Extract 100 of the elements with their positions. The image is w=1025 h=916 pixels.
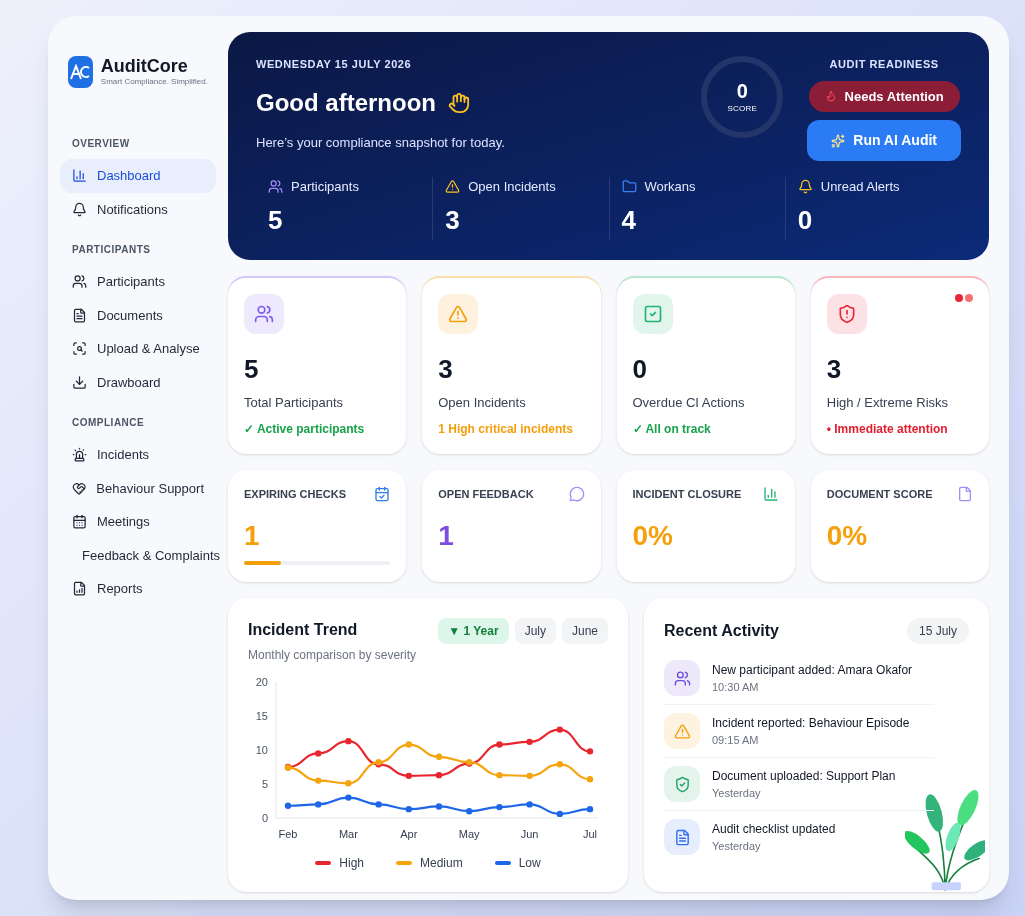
stat-value: 5 (268, 203, 284, 237)
warning-icon (445, 179, 461, 195)
nav-item[interactable]: Drawboard (60, 365, 216, 399)
status-badge: Needs Attention (808, 80, 960, 112)
readiness-label: AUDIT READINESS (829, 57, 939, 72)
folder-icon (621, 179, 637, 195)
card-value: 3 (826, 352, 843, 386)
metric-value: 0% (826, 518, 869, 553)
calendar-icon (374, 486, 391, 503)
bar-chart-icon (762, 486, 779, 503)
point (405, 741, 412, 748)
subtitle: Here’s your compliance snapshot for today. (256, 133, 505, 152)
card-status: 1 High critical incidents (438, 421, 574, 438)
calendar-icon (72, 514, 87, 530)
activity-time: 09:15 AM (712, 732, 760, 748)
siren-icon (72, 447, 87, 463)
logo-icon (68, 56, 93, 88)
nav-item[interactable]: Behaviour Support (60, 471, 216, 505)
warning-icon (438, 293, 479, 334)
point (435, 771, 443, 779)
brand-name: AuditCore (100, 56, 189, 76)
point (345, 780, 352, 787)
nav-item[interactable]: Participants (60, 265, 216, 299)
activity-text: Audit checklist updated (712, 820, 836, 838)
nav-item[interactable]: Dashboard (60, 159, 216, 193)
point (496, 741, 503, 748)
activity-time: Yesterday (712, 785, 762, 801)
run-audit-button[interactable]: Run AI Audit (807, 120, 961, 161)
document-icon (957, 486, 973, 503)
activity-text: New participant added: Amara Okafor (712, 661, 913, 679)
x-tick-label: Apr (400, 828, 418, 840)
card-title: Incident Trend (248, 620, 359, 640)
brand-tagline: Smart Compliance. Simplified. (100, 76, 208, 88)
x-tick-label: Feb (278, 828, 298, 840)
point (586, 748, 594, 755)
nav-item[interactable]: Meetings (60, 505, 216, 539)
card-value: 3 (438, 352, 454, 386)
activity-text: Incident reported: Behaviour Episode (712, 714, 910, 732)
nav-item[interactable]: Incidents (60, 438, 216, 472)
point (345, 737, 352, 745)
nav-item[interactable]: Reports (60, 572, 216, 606)
y-tick-label: 10 (255, 744, 268, 756)
flame-icon (824, 90, 837, 103)
stat-label: Workans (644, 178, 696, 196)
point (586, 776, 594, 783)
point (284, 802, 292, 809)
score-label: SCORE (727, 103, 757, 115)
card-label: High / Extreme Risks (826, 393, 950, 412)
card-label: Overdue CI Actions (632, 393, 746, 412)
nav-item[interactable]: Upload & Analyse (60, 332, 216, 366)
point (526, 738, 533, 746)
download-icon (72, 374, 87, 390)
stat-value: 0 (797, 203, 814, 237)
bell-icon (72, 201, 87, 217)
filter-chip[interactable]: July (514, 618, 556, 644)
chat-icon (568, 486, 585, 503)
point (315, 777, 322, 784)
activity-text: Document uploaded: Support Plan (712, 767, 896, 785)
filter-chip[interactable]: ▼ 1 Year (438, 618, 509, 644)
point (315, 801, 322, 808)
filter-chip[interactable]: June (561, 618, 608, 644)
report-icon (72, 581, 87, 597)
metric-title: INCIDENT CLOSURE (632, 487, 742, 502)
section-heading: OVERVIEW (71, 137, 131, 151)
legend-label: High (339, 855, 364, 872)
point (435, 803, 443, 810)
people-icon (72, 274, 87, 290)
date-chip: 15 July (906, 618, 969, 644)
point (496, 771, 503, 779)
legend-label: Low (518, 855, 541, 872)
date-label: WEDNESDAY 15 JULY 2026 (256, 57, 413, 72)
nav-item[interactable]: Documents (60, 298, 216, 332)
card-status: ✓ All on track (632, 421, 712, 438)
metric-title: EXPIRING CHECKS (244, 487, 347, 502)
stat-value: 3 (445, 203, 461, 237)
activity-time: 10:30 AM (712, 679, 760, 695)
scan-icon (72, 341, 87, 357)
stat-value: 4 (621, 203, 637, 237)
point (556, 726, 563, 733)
bell-icon (797, 179, 813, 195)
point (345, 794, 352, 801)
y-tick-label: 5 (261, 778, 268, 790)
dots-icon (955, 293, 973, 302)
metric-value: 0% (632, 518, 674, 553)
point (405, 772, 412, 780)
score-value: 0 (736, 79, 748, 103)
heart-hand-icon (72, 480, 87, 496)
sparkles-icon (831, 133, 846, 148)
point (556, 810, 563, 818)
section-heading: COMPLIANCE (71, 416, 146, 430)
card-subtitle: Monthly comparison by severity (248, 647, 417, 664)
section-heading: PARTICIPANTS (71, 243, 152, 257)
card-status: • Immediate attention (826, 421, 949, 438)
card-label: Open Incidents (438, 393, 527, 412)
shield-icon (826, 293, 867, 334)
metric-title: DOCUMENT SCORE (826, 487, 933, 502)
x-tick-label: May (458, 828, 480, 840)
nav-item[interactable]: Notifications (60, 192, 216, 226)
x-tick-label: Jun (520, 828, 539, 840)
point (496, 803, 503, 811)
